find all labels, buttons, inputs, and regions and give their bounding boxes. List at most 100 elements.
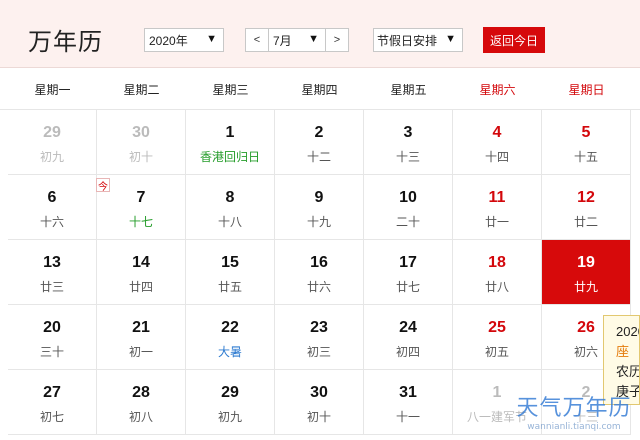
calendar-header: 万年历 2020年 ▼ < 7月 ▼ > 节假日安排 ▼ 返回今日 <box>0 0 640 68</box>
weekday-label: 星期二 <box>123 82 160 97</box>
day-number: 29 <box>221 384 239 401</box>
day-number: 16 <box>310 254 328 271</box>
calendar-day-cell[interactable]: 15 廿五 <box>186 240 275 305</box>
calendar-day-cell[interactable]: 28 初八 <box>97 370 186 435</box>
day-number: 3 <box>403 124 413 141</box>
lunar-date: 初七 <box>39 410 64 424</box>
day-number: 30 <box>310 384 328 401</box>
weekday-label: 星期三 <box>212 82 249 97</box>
day-number: 25 <box>488 319 506 336</box>
day-number: 20 <box>43 319 61 336</box>
lunar-date: 廿七 <box>395 280 420 294</box>
month-select[interactable]: 7月 ▼ <box>269 28 325 52</box>
lunar-date: 十六 <box>39 215 64 229</box>
day-number: 18 <box>488 254 506 271</box>
day-number: 4 <box>492 124 502 141</box>
lunar-date: 初十 <box>128 150 153 164</box>
watermark-brand: 天气万年历 <box>516 396 632 421</box>
lunar-date: 廿四 <box>128 280 153 294</box>
calendar-day-cell[interactable]: 8 十八 <box>186 175 275 240</box>
day-number: 15 <box>221 254 239 271</box>
day-number: 5 <box>581 124 591 141</box>
lunar-date: 初十 <box>306 410 331 424</box>
brand-watermark: 天气万年历 wannianli.tianqi.com <box>508 390 640 440</box>
calendar-day-cell[interactable]: 17 廿七 <box>364 240 453 305</box>
next-month-button[interactable]: > <box>325 28 349 52</box>
day-number: 8 <box>225 189 235 206</box>
selected-day-cell[interactable]: 19 廿九 <box>542 240 631 305</box>
lunar-date: 初五 <box>484 345 509 359</box>
calendar-day-cell[interactable]: 2 十二 <box>275 110 364 175</box>
calendar-day-cell[interactable]: 14 廿四 <box>97 240 186 305</box>
lunar-date: 十一 <box>395 410 420 424</box>
return-today-button[interactable]: 返回今日 <box>483 27 545 53</box>
tooltip-line: 2020 <box>616 324 639 339</box>
chevron-down-icon: ▼ <box>308 33 319 45</box>
holiday-select[interactable]: 节假日安排 ▼ <box>373 28 463 52</box>
calendar-day-cell[interactable]: 29 初九 <box>8 110 97 175</box>
calendar-day-cell[interactable]: 31 十一 <box>364 370 453 435</box>
day-number: 2 <box>314 124 324 141</box>
day-number: 28 <box>132 384 150 401</box>
day-number: 12 <box>577 189 595 206</box>
calendar-day-cell[interactable]: 12 廿二 <box>542 175 631 240</box>
lunar-date: 初九 <box>39 150 64 164</box>
calendar-day-cell[interactable]: 4 十四 <box>453 110 542 175</box>
lunar-date: 初三 <box>306 345 331 359</box>
watermark-url: wannianli.tianqi.com <box>527 422 621 432</box>
day-number: 11 <box>488 189 506 206</box>
calendar-day-cell[interactable]: 23 初三 <box>275 305 364 370</box>
year-select[interactable]: 2020年 ▼ <box>144 28 224 52</box>
today-badge: 今 <box>96 178 110 193</box>
day-number: 30 <box>132 124 150 141</box>
month-selector: < 7月 ▼ > <box>245 28 349 52</box>
calendar-day-cell[interactable]: 13 廿三 <box>8 240 97 305</box>
calendar-day-cell[interactable]: 10 二十 <box>364 175 453 240</box>
calendar-day-cell[interactable]: 29 初九 <box>186 370 275 435</box>
lunar-date: 廿九 <box>573 280 598 294</box>
lunar-date: 十二 <box>306 150 331 164</box>
calendar-day-cell[interactable]: 25 初五 <box>453 305 542 370</box>
lunar-date: 廿五 <box>217 280 242 294</box>
calendar-day-cell[interactable]: 22 大暑 <box>186 305 275 370</box>
lunar-date: 初四 <box>395 345 420 359</box>
page-title: 万年历 <box>28 28 103 56</box>
month-select-value: 7月 <box>273 33 292 48</box>
day-number: 1 <box>225 124 235 141</box>
calendar-day-cell[interactable]: 24 初四 <box>364 305 453 370</box>
prev-month-button[interactable]: < <box>245 28 269 52</box>
day-number: 9 <box>314 189 324 206</box>
day-number: 10 <box>399 189 417 206</box>
calendar-day-cell[interactable]: 11 廿一 <box>453 175 542 240</box>
day-number: 7 <box>136 189 146 206</box>
weekday-label: 星期五 <box>390 82 427 97</box>
day-number: 13 <box>43 254 61 271</box>
day-number: 14 <box>132 254 150 271</box>
lunar-date: 初一 <box>128 345 153 359</box>
calendar-day-cell[interactable]: 16 廿六 <box>275 240 364 305</box>
lunar-date: 十三 <box>395 150 420 164</box>
calendar-day-cell[interactable]: 21 初一 <box>97 305 186 370</box>
day-number: 21 <box>132 319 150 336</box>
weekday-label: 星期四 <box>301 82 338 97</box>
calendar-day-cell[interactable]: 9 十九 <box>275 175 364 240</box>
calendar-day-cell[interactable]: 20 三十 <box>8 305 97 370</box>
weekday-label: 星期一 <box>34 82 71 97</box>
calendar-day-cell[interactable]: 1 香港回归日 <box>186 110 275 175</box>
calendar-day-cell[interactable]: 3 十三 <box>364 110 453 175</box>
lunar-date: 廿八 <box>484 280 509 294</box>
calendar-day-cell[interactable]: 18 廿八 <box>453 240 542 305</box>
lunar-date: 初八 <box>128 410 153 424</box>
calendar-day-cell[interactable]: 5 十五 <box>542 110 631 175</box>
lunar-date: 十五 <box>573 150 598 164</box>
calendar-day-cell[interactable]: 30 初十 <box>97 110 186 175</box>
calendar-day-cell[interactable]: 7 十七 <box>97 175 186 240</box>
tooltip-line: 座 <box>616 344 630 359</box>
calendar-day-cell[interactable]: 27 初七 <box>8 370 97 435</box>
weekday-label: 星期日 <box>568 82 605 97</box>
lunar-date: 三十 <box>39 345 64 359</box>
year-select-value: 2020年 <box>149 33 188 48</box>
calendar-day-cell[interactable]: 6 十六 <box>8 175 97 240</box>
calendar-day-cell[interactable]: 30 初十 <box>275 370 364 435</box>
lunar-date: 初九 <box>217 410 242 424</box>
